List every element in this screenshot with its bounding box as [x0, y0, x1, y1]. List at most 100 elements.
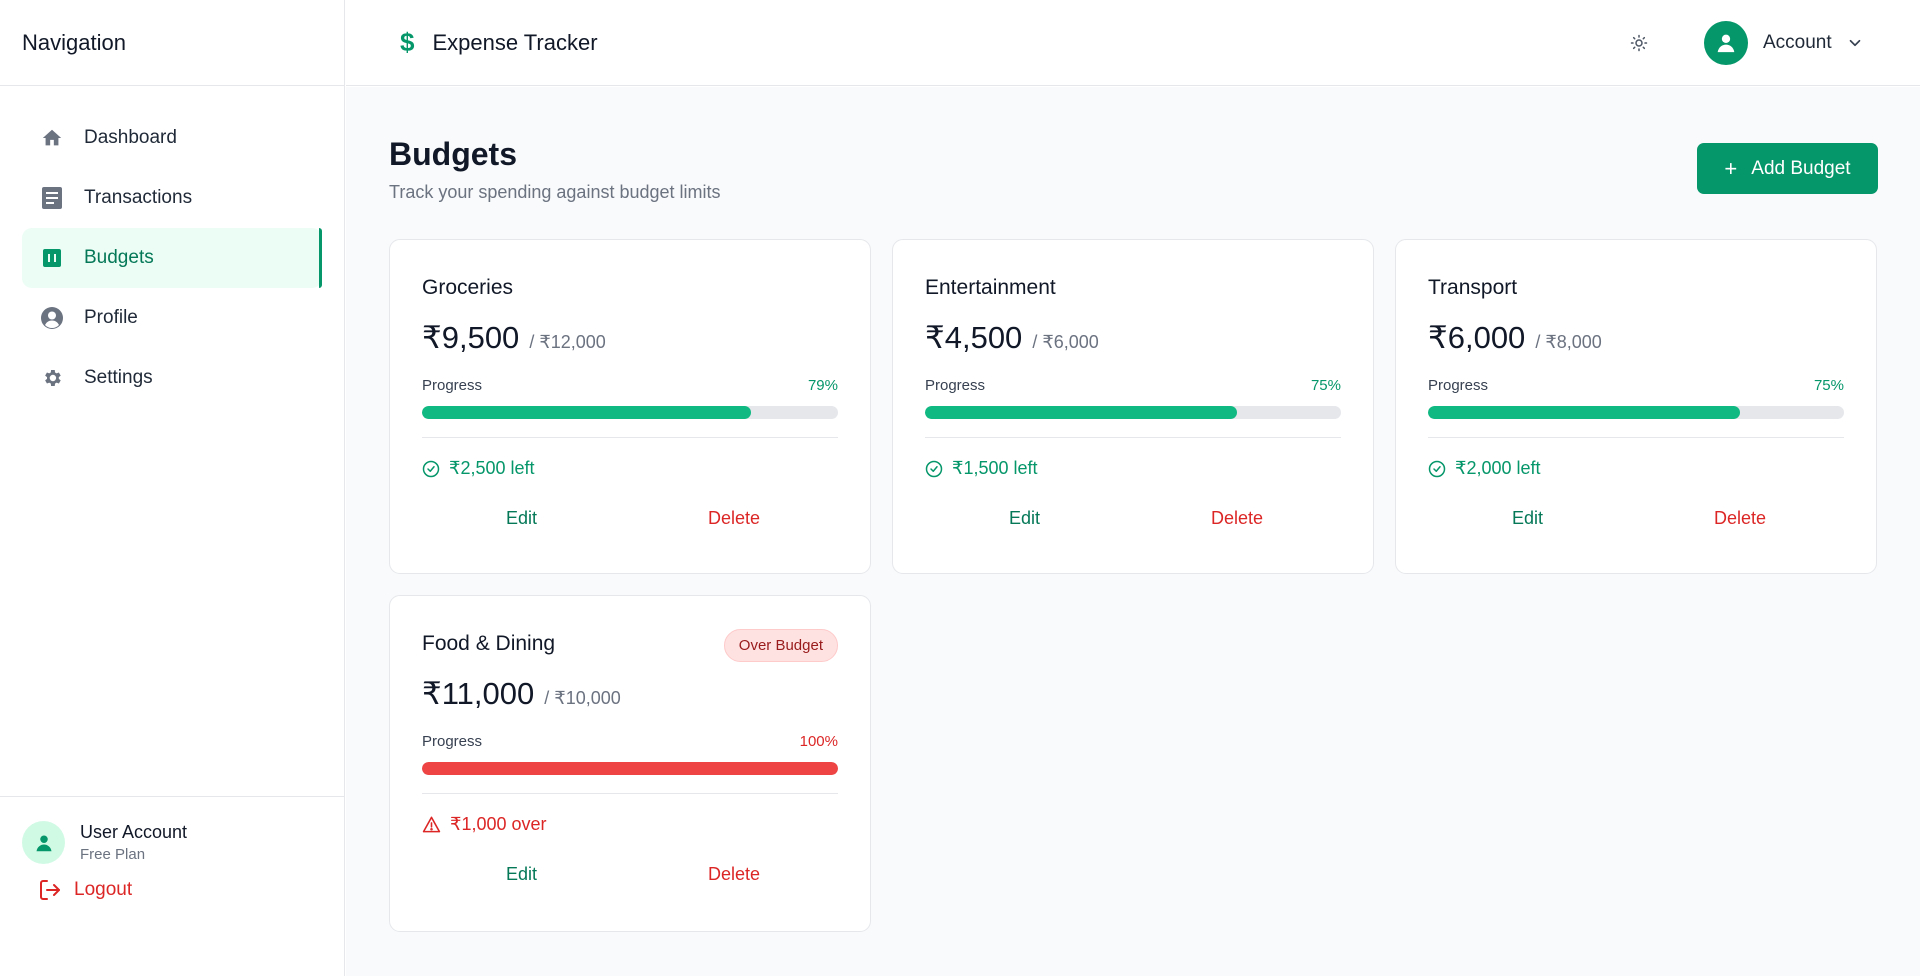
budget-limit: / ₹10,000: [544, 688, 621, 708]
edit-button[interactable]: Edit: [506, 508, 537, 529]
main-content: Budgets Track your spending against budg…: [346, 87, 1920, 976]
budget-spent: ₹11,000: [422, 676, 535, 711]
sidebar-title: Navigation: [22, 29, 126, 55]
sidebar-item-label: Transactions: [84, 187, 193, 208]
check-circle-icon: [1428, 460, 1446, 478]
account-label: Account: [1763, 32, 1832, 53]
sidebar-item-label: Profile: [84, 307, 138, 328]
budget-status-text: ₹2,500 left: [449, 458, 535, 478]
account-menu-button[interactable]: Account: [1704, 21, 1864, 65]
budget-name: Entertainment: [925, 276, 1056, 299]
progress-bar: [1428, 406, 1844, 419]
progress-percent: 75%: [1310, 377, 1341, 394]
sidebar-item-dashboard[interactable]: Dashboard: [22, 108, 322, 168]
check-circle-icon: [422, 460, 440, 478]
progress-bar: [422, 762, 838, 775]
app-title: Expense Tracker: [432, 29, 598, 55]
progress-percent: 75%: [1813, 377, 1844, 394]
add-budget-label: Add Budget: [1751, 157, 1851, 179]
delete-button[interactable]: Delete: [1714, 508, 1766, 529]
avatar: [22, 821, 65, 864]
page-subtitle: Track your spending against budget limit…: [389, 182, 721, 202]
top-bar: $ Expense Tracker Account: [346, 0, 1920, 86]
page-title: Budgets: [389, 136, 517, 172]
budget-amount: ₹4,500 / ₹6,000: [925, 320, 1099, 356]
progress-bar-fill: [1428, 406, 1740, 419]
over-budget-badge: Over Budget: [723, 629, 838, 662]
budget-limit: / ₹6,000: [1032, 332, 1099, 352]
user-icon: [36, 835, 51, 851]
progress-bar: [422, 406, 838, 419]
progress-label: Progress: [1428, 377, 1489, 394]
sidebar-item-transactions[interactable]: Transactions: [22, 168, 322, 228]
sidebar-item-label: Dashboard: [84, 127, 177, 148]
budget-status: ₹1,500 left: [925, 458, 1038, 479]
sidebar-nav: Dashboard Transactions Budgets Profile S…: [0, 86, 344, 408]
progress-label: Progress: [422, 377, 483, 394]
delete-button[interactable]: Delete: [1211, 508, 1263, 529]
budget-status: ₹2,000 left: [1428, 458, 1541, 479]
budget-name: Transport: [1428, 276, 1518, 299]
progress-label: Progress: [422, 733, 483, 750]
budget-name: Food & Dining: [422, 632, 556, 655]
delete-button[interactable]: Delete: [708, 864, 760, 885]
sidebar-header: Navigation: [0, 0, 344, 86]
budget-amount: ₹6,000 / ₹8,000: [1428, 320, 1602, 356]
home-icon: [40, 126, 64, 150]
dollar-icon: $: [400, 27, 415, 57]
user-name: User Account: [80, 822, 188, 842]
budget-limit: / ₹8,000: [1535, 332, 1602, 352]
chart-icon: [40, 246, 64, 270]
user-circle-icon: [40, 306, 64, 330]
sidebar-item-settings[interactable]: Settings: [22, 348, 322, 408]
theme-toggle-button[interactable]: [1626, 30, 1652, 56]
sidebar: Navigation Dashboard Transactions Budget…: [0, 0, 345, 976]
budget-status: ₹2,500 left: [422, 458, 535, 479]
budget-name: Groceries: [422, 276, 514, 299]
progress-bar-fill: [925, 406, 1237, 419]
progress-percent: 79%: [807, 377, 838, 394]
sidebar-item-label: Settings: [84, 367, 153, 388]
logout-button[interactable]: Logout: [22, 878, 322, 902]
divider: [422, 793, 838, 794]
progress-bar: [925, 406, 1341, 419]
budget-amount: ₹11,000 / ₹10,000: [422, 676, 621, 712]
add-budget-button[interactable]: + Add Budget: [1697, 143, 1878, 194]
budget-card: Groceries ₹9,500 / ₹12,000 Progress 79% …: [389, 239, 871, 574]
chevron-down-icon: [1846, 34, 1864, 52]
progress-bar-fill: [422, 762, 838, 775]
divider: [1428, 437, 1844, 438]
user-plan: Free Plan: [80, 846, 146, 863]
budget-status-text: ₹1,500 left: [952, 458, 1038, 478]
gear-icon: [40, 366, 64, 390]
budget-spent: ₹6,000: [1428, 320, 1526, 355]
edit-button[interactable]: Edit: [1512, 508, 1543, 529]
budget-spent: ₹9,500: [422, 320, 520, 355]
user-icon: [1717, 34, 1735, 53]
plus-icon: +: [1724, 155, 1738, 181]
sidebar-item-profile[interactable]: Profile: [22, 288, 322, 348]
logout-icon: [38, 878, 62, 902]
delete-button[interactable]: Delete: [708, 508, 760, 529]
budget-amount: ₹9,500 / ₹12,000: [422, 320, 606, 356]
divider: [422, 437, 838, 438]
progress-percent: 100%: [799, 733, 838, 750]
logout-label: Logout: [74, 879, 133, 900]
edit-button[interactable]: Edit: [1009, 508, 1040, 529]
sidebar-item-budgets[interactable]: Budgets: [22, 228, 322, 288]
warning-icon: [422, 815, 441, 834]
budget-spent: ₹4,500: [925, 320, 1023, 355]
sun-icon: [1630, 34, 1648, 52]
budget-card: Entertainment ₹4,500 / ₹6,000 Progress 7…: [892, 239, 1374, 574]
budget-status: ₹1,000 over: [422, 814, 547, 835]
budget-status-text: ₹2,000 left: [1455, 458, 1541, 478]
budget-card: Transport ₹6,000 / ₹8,000 Progress 75% ₹…: [1395, 239, 1877, 574]
sidebar-footer: User Account Free Plan Logout: [0, 796, 344, 902]
check-circle-icon: [925, 460, 943, 478]
divider: [925, 437, 1341, 438]
edit-button[interactable]: Edit: [506, 864, 537, 885]
progress-bar-fill: [422, 406, 751, 419]
document-icon: [40, 186, 64, 210]
progress-label: Progress: [925, 377, 986, 394]
avatar: [1704, 21, 1748, 65]
